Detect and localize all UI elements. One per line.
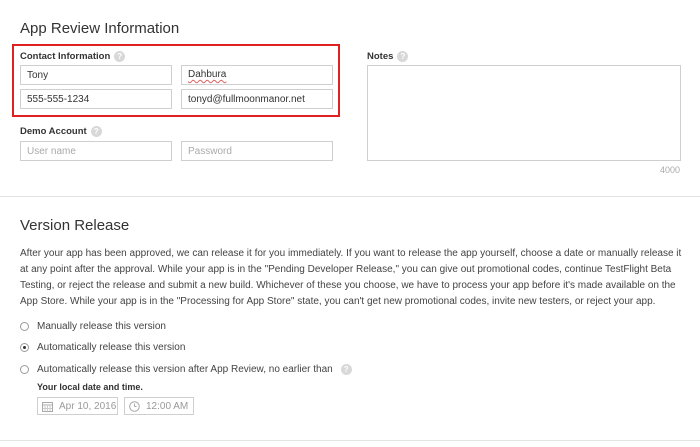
clock-icon bbox=[129, 400, 140, 412]
notes-label: Notes? bbox=[367, 51, 409, 63]
help-icon[interactable]: ? bbox=[340, 363, 352, 375]
radio-icon[interactable] bbox=[20, 342, 29, 352]
version-release-title: Version Release bbox=[20, 217, 130, 234]
date-value: Apr 10, 2016 bbox=[59, 400, 117, 412]
radio-icon[interactable] bbox=[20, 364, 29, 374]
help-icon[interactable]: ? bbox=[397, 51, 409, 62]
radio-label-manual: Manually release this version bbox=[37, 320, 166, 332]
app-review-title: App Review Information bbox=[20, 20, 180, 37]
notes-text: Notes bbox=[367, 51, 394, 63]
password-field[interactable] bbox=[181, 141, 333, 161]
radio-option-automatic[interactable]: Automatically release this version bbox=[20, 340, 185, 354]
notes-char-counter: 4000 bbox=[659, 165, 680, 175]
time-value: 12:00 AM bbox=[146, 400, 189, 412]
local-date-label: Your local date and time. bbox=[37, 382, 143, 392]
date-picker[interactable]: Apr 10, 2016 bbox=[37, 397, 118, 415]
version-release-description: After your app has been approved, we can… bbox=[20, 248, 682, 307]
bottom-divider bbox=[0, 440, 700, 441]
section-divider bbox=[0, 196, 700, 197]
radio-label-automatic: Automatically release this version bbox=[37, 341, 186, 353]
username-field[interactable] bbox=[20, 141, 172, 161]
help-icon[interactable]: ? bbox=[90, 126, 102, 137]
calendar-icon bbox=[42, 401, 53, 412]
demo-account-text: Demo Account bbox=[20, 126, 87, 138]
radio-icon[interactable] bbox=[20, 321, 29, 331]
radio-option-scheduled[interactable]: Automatically release this version after… bbox=[20, 362, 352, 376]
time-picker[interactable]: 12:00 AM bbox=[124, 397, 194, 415]
radio-label-scheduled: Automatically release this version after… bbox=[37, 363, 333, 375]
demo-account-label: Demo Account? bbox=[20, 126, 102, 137]
highlight-box bbox=[12, 44, 340, 117]
notes-textarea[interactable] bbox=[367, 65, 681, 161]
radio-option-manual[interactable]: Manually release this version bbox=[20, 319, 166, 333]
